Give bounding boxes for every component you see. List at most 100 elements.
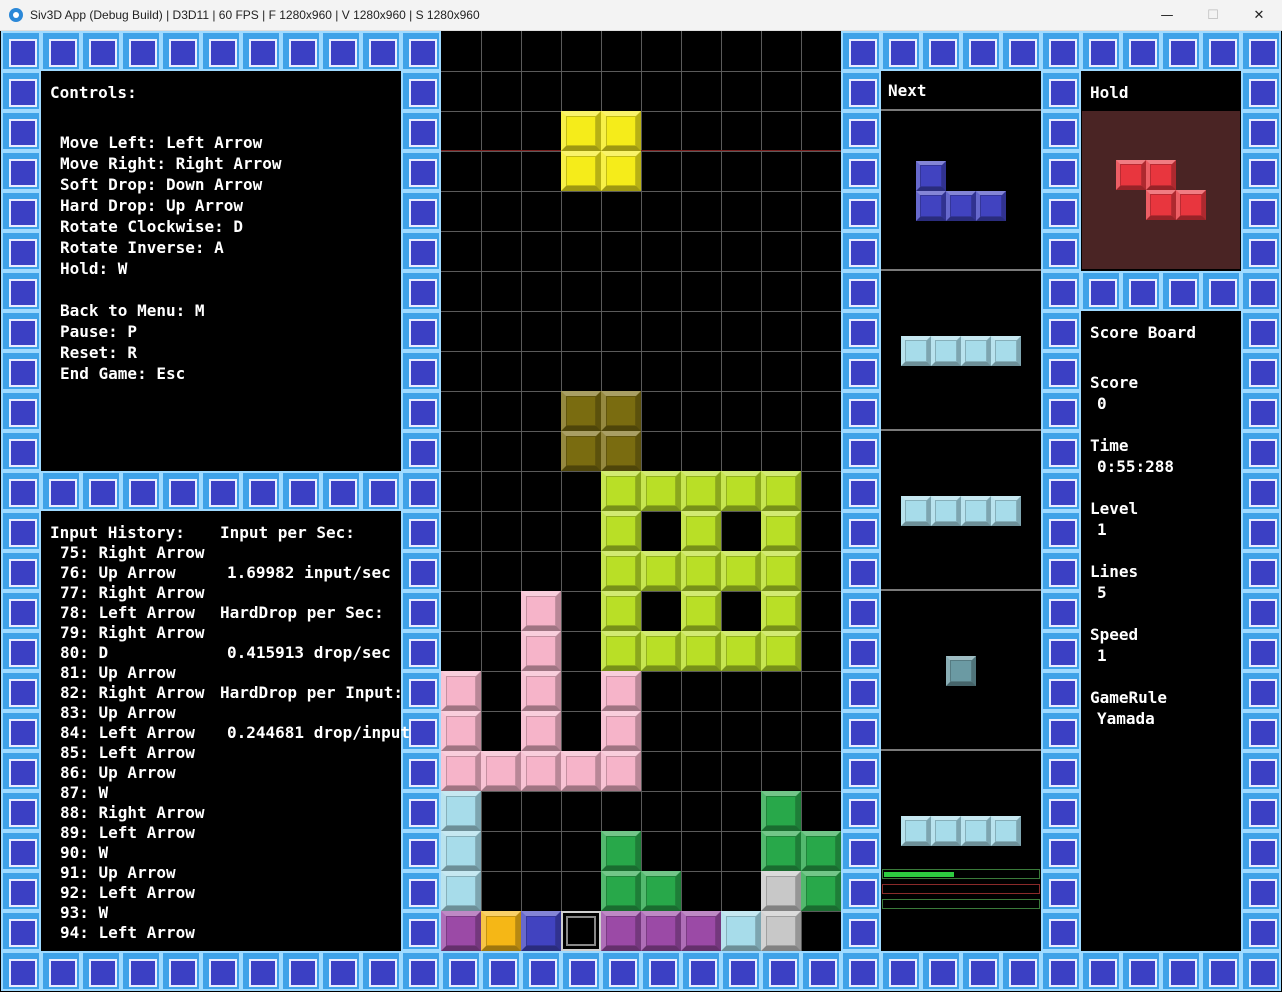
wall-block: [1241, 271, 1281, 311]
score-label: Score: [1090, 373, 1139, 392]
wall-block: [1, 471, 41, 511]
input-per-sec-label: Input per Sec:: [220, 523, 355, 542]
field-block: [721, 911, 761, 951]
wall-block: [921, 31, 961, 71]
history-item: 88: Right Arrow: [60, 803, 205, 822]
history-item: 76: Up Arrow: [60, 563, 176, 582]
next-piece-block: [901, 336, 931, 366]
wall-block: [1241, 631, 1281, 671]
field-block: [681, 511, 721, 551]
wall-block: [1041, 151, 1081, 191]
wall-block: [1241, 311, 1281, 351]
wall-block: [1, 191, 41, 231]
field-block: [441, 791, 481, 831]
wall-block: [841, 71, 881, 111]
game-canvas[interactable]: Controls: Move Left: Left Arrow Move Righ…: [1, 31, 1281, 991]
history-item: 93: W: [60, 903, 109, 922]
wall-block: [1081, 271, 1121, 311]
minimize-button[interactable]: —: [1144, 0, 1190, 31]
wall-block: [681, 951, 721, 991]
controls-heading: Controls:: [50, 83, 137, 102]
history-panel: Input History: 75: Right Arrow 76: Up Arr…: [41, 511, 410, 951]
field-block: [481, 751, 521, 791]
wall-block: [161, 31, 201, 71]
field-block: [561, 111, 601, 151]
wall-block: [841, 751, 881, 791]
wall-block: [401, 831, 441, 871]
history-item: 92: Left Arrow: [60, 883, 195, 902]
wall-block: [1, 871, 41, 911]
wall-block: [881, 31, 921, 71]
next-piece-block: [946, 191, 976, 221]
field-block: [761, 871, 801, 911]
wall-block: [401, 71, 441, 111]
field-block: [601, 511, 641, 551]
field-block: [641, 631, 681, 671]
gamerule-value: Yamada: [1097, 709, 1155, 728]
close-button[interactable]: ✕: [1236, 0, 1282, 31]
wall-block: [401, 511, 441, 551]
wall-block: [1, 111, 41, 151]
wall-block: [841, 111, 881, 151]
wall-block: [1, 831, 41, 871]
field-block: [601, 631, 641, 671]
wall-block: [1, 151, 41, 191]
history-item: 77: Right Arrow: [60, 583, 205, 602]
wall-block: [1241, 791, 1281, 831]
wall-block: [281, 471, 321, 511]
wall-block: [961, 31, 1001, 71]
control-line: Reset: R: [60, 343, 138, 362]
hold-panel: Hold: [1081, 71, 1241, 271]
next-piece-block: [976, 191, 1006, 221]
field-block: [761, 791, 801, 831]
wall-block: [1041, 791, 1081, 831]
next-separator: [881, 749, 1041, 751]
field-block: [561, 431, 601, 471]
field-block: [441, 871, 481, 911]
wall-block: [241, 951, 281, 991]
wall-block: [321, 951, 361, 991]
wall-block: [841, 391, 881, 431]
field-block: [601, 711, 641, 751]
grid-line: [481, 31, 482, 951]
wall-block: [401, 671, 441, 711]
wall-block: [961, 951, 1001, 991]
wall-block: [1041, 431, 1081, 471]
field-block: [761, 551, 801, 591]
field-block: [761, 831, 801, 871]
grid-line: [441, 391, 841, 392]
wall-block: [1, 351, 41, 391]
next-separator: [881, 589, 1041, 591]
wall-block: [841, 711, 881, 751]
wall-block: [1, 911, 41, 951]
danger-line: [441, 150, 841, 151]
field-block: [601, 671, 641, 711]
wall-block: [401, 551, 441, 591]
maximize-button[interactable]: ☐: [1190, 0, 1236, 31]
wall-block: [1241, 111, 1281, 151]
control-line: End Game: Esc: [60, 364, 186, 383]
wall-block: [281, 951, 321, 991]
gauge-bar: [882, 884, 1040, 894]
wall-block: [1241, 351, 1281, 391]
wall-block: [481, 951, 521, 991]
grid-line: [441, 671, 841, 672]
time-value: 0:55:288: [1097, 457, 1175, 476]
wall-block: [241, 471, 281, 511]
next-queue: [881, 71, 1041, 951]
wall-block: [1241, 831, 1281, 871]
wall-block: [201, 31, 241, 71]
wall-block: [1121, 271, 1161, 311]
next-separator: [881, 109, 1041, 111]
wall-block: [321, 471, 361, 511]
wall-block: [1041, 711, 1081, 751]
wall-block: [401, 911, 441, 951]
wall-block: [1041, 271, 1081, 311]
next-piece-block: [916, 191, 946, 221]
wall-block: [41, 31, 81, 71]
wall-block: [401, 591, 441, 631]
wall-block: [401, 151, 441, 191]
wall-block: [1121, 951, 1161, 991]
speed-value: 1: [1097, 646, 1107, 665]
harddrop-per-input-value: 0.244681 drop/input: [227, 723, 411, 742]
